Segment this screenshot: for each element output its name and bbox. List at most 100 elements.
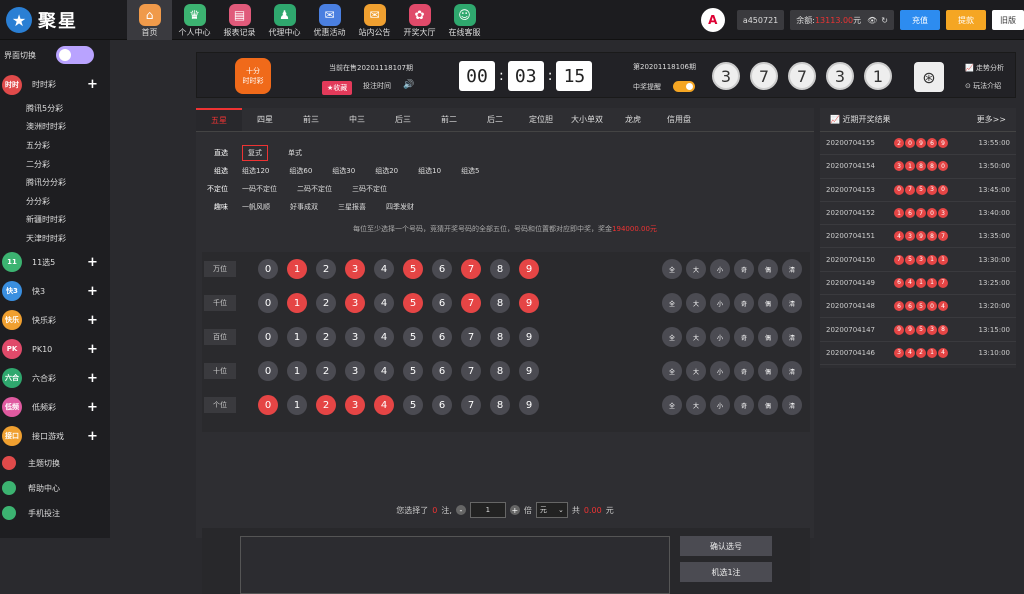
quick-select-button[interactable]: 大 [686,361,706,381]
sidebar-category-0[interactable]: 时时 时时彩 + [0,70,110,99]
quick-select-button[interactable]: 清 [782,395,802,415]
sidebar-sub-item[interactable]: 腾讯分分彩 [0,173,110,192]
refresh-icon[interactable]: ↻ [881,16,888,25]
nav-item-7[interactable]: ☺ 在线客服 [442,0,487,40]
number-ball[interactable]: 1 [287,293,307,313]
quick-select-button[interactable]: 清 [782,327,802,347]
tab-6[interactable]: 后二 [472,108,518,131]
sidebar-sub-item[interactable]: 五分彩 [0,136,110,155]
unit-select[interactable]: 元 ⌄ [535,502,568,518]
number-ball[interactable]: 1 [287,361,307,381]
deposit-button[interactable]: 充值 [900,10,940,30]
sidebar-sub-item[interactable]: 澳洲时时彩 [0,118,110,137]
tab-10[interactable]: 信用盘 [656,108,702,131]
number-ball[interactable]: 9 [519,395,539,415]
tab-9[interactable]: 龙虎 [610,108,656,131]
number-ball[interactable]: 3 [345,259,365,279]
tab-7[interactable]: 定位胆 [518,108,564,131]
number-ball[interactable]: 6 [432,361,452,381]
tab-3[interactable]: 中三 [334,108,380,131]
play-option[interactable]: 二码不定位 [297,184,332,194]
number-ball[interactable]: 0 [258,327,278,347]
sidebar-category-5[interactable]: 六合 六合彩 + [0,364,110,393]
plus-button[interactable]: + [509,505,520,515]
play-option[interactable]: 一码不定位 [242,184,277,194]
sidebar-extra-2[interactable]: 手机投注 [0,501,110,526]
withdraw-button[interactable]: 提款 [946,10,986,30]
number-ball[interactable]: 3 [345,361,365,381]
quick-select-button[interactable]: 奇 [734,361,754,381]
play-option[interactable]: 组选30 [332,166,355,176]
quick-select-button[interactable]: 小 [710,361,730,381]
play-option[interactable]: 好事成双 [290,202,318,212]
number-ball[interactable]: 6 [432,395,452,415]
expand-plus-icon[interactable]: + [87,313,98,328]
minus-button[interactable]: - [455,505,466,515]
quick-select-button[interactable]: 全 [662,395,682,415]
tab-1[interactable]: 四星 [242,108,288,131]
number-ball[interactable]: 3 [345,327,365,347]
number-ball[interactable]: 7 [461,327,481,347]
expand-plus-icon[interactable]: + [87,284,98,299]
sidebar-sub-item[interactable]: 腾讯5分彩 [0,99,110,118]
nav-item-1[interactable]: ♛ 个人中心 [172,0,217,40]
play-option[interactable]: 三星报喜 [338,202,366,212]
number-ball[interactable]: 7 [461,361,481,381]
number-ball[interactable]: 9 [519,327,539,347]
expand-plus-icon[interactable]: + [87,255,98,270]
number-ball[interactable]: 6 [432,327,452,347]
number-ball[interactable]: 1 [287,395,307,415]
number-ball[interactable]: 8 [490,395,510,415]
play-option[interactable]: 三码不定位 [352,184,387,194]
number-ball[interactable]: 2 [316,327,336,347]
sidebar-category-4[interactable]: PK PK10 + [0,335,110,364]
sidebar-sub-item[interactable]: 新疆时时彩 [0,211,110,230]
play-option[interactable]: 组选20 [375,166,398,176]
trend-link[interactable]: 📈 走势分析 [965,63,1004,73]
sidebar-category-6[interactable]: 低频 低频彩 + [0,393,110,422]
number-ball[interactable]: 1 [287,327,307,347]
number-ball[interactable]: 7 [461,259,481,279]
number-ball[interactable]: 5 [403,259,423,279]
quick-select-button[interactable]: 清 [782,361,802,381]
sidebar-category-2[interactable]: 快3 快3 + [0,277,110,306]
number-ball[interactable]: 4 [374,293,394,313]
quick-select-button[interactable]: 偶 [758,395,778,415]
sidebar-sub-item[interactable]: 分分彩 [0,192,110,211]
nav-item-5[interactable]: ✉ 站内公告 [352,0,397,40]
number-ball[interactable]: 4 [374,327,394,347]
quick-select-button[interactable]: 大 [686,259,706,279]
number-ball[interactable]: 5 [403,327,423,347]
quick-select-button[interactable]: 全 [662,327,682,347]
quick-select-button[interactable]: 小 [710,293,730,313]
number-ball[interactable]: 0 [258,395,278,415]
expand-plus-icon[interactable]: + [87,400,98,415]
number-ball[interactable]: 3 [345,293,365,313]
number-ball[interactable]: 2 [316,395,336,415]
nav-item-3[interactable]: ♟ 代理中心 [262,0,307,40]
number-ball[interactable]: 1 [287,259,307,279]
number-ball[interactable]: 5 [403,293,423,313]
tab-0[interactable]: 五星 [196,108,242,131]
number-ball[interactable]: 2 [316,259,336,279]
sidebar-category-1[interactable]: 11 11选5 + [0,248,110,277]
quick-select-button[interactable]: 奇 [734,259,754,279]
quick-select-button[interactable]: 奇 [734,293,754,313]
expand-plus-icon[interactable]: + [87,371,98,386]
number-ball[interactable]: 4 [374,361,394,381]
brand-logo[interactable]: ★ 聚星 [6,6,78,34]
quick-select-button[interactable]: 全 [662,361,682,381]
number-ball[interactable]: 6 [432,293,452,313]
number-ball[interactable]: 6 [432,259,452,279]
multiple-input[interactable]: 1 [469,502,506,518]
expand-plus-icon[interactable]: + [87,342,98,357]
confirm-selection-button[interactable]: 确认选号 [680,536,772,556]
nav-item-4[interactable]: ✉ 优惠活动 [307,0,352,40]
sidebar-category-7[interactable]: 接口 接口游戏 + [0,422,110,451]
quick-select-button[interactable]: 全 [662,259,682,279]
expand-plus-icon[interactable]: + [87,77,98,92]
selected-numbers-box[interactable] [240,536,670,594]
play-option[interactable]: 组选120 [242,166,269,176]
play-option[interactable]: 组选60 [289,166,312,176]
quick-select-button[interactable]: 偶 [758,259,778,279]
